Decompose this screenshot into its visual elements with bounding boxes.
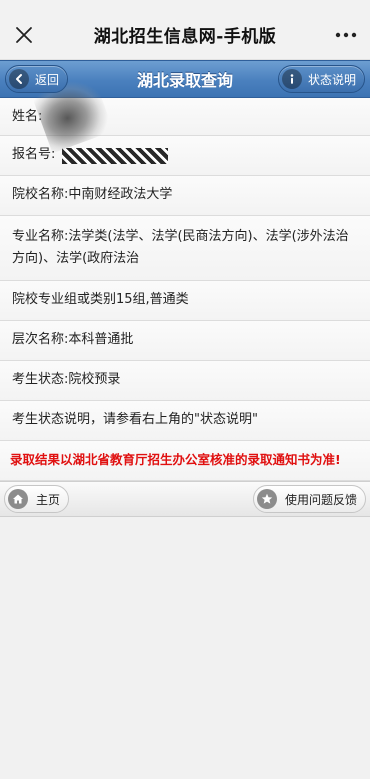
row-status-note: 考生状态说明，请参看右上角的"状态说明" — [0, 401, 370, 441]
back-arrow-icon — [9, 69, 29, 89]
home-label: 主页 — [36, 492, 61, 507]
name-label: 姓名: — [12, 109, 43, 124]
reg-no-label: 报名号: — [12, 147, 56, 162]
redaction-mark — [62, 148, 168, 164]
warning-text: 录取结果以湖北省教育厅招生办公室核准的录取通知书为准! — [10, 452, 341, 467]
nav-bar: 返回 湖北录取查询 状态说明 — [0, 60, 370, 98]
home-icon — [8, 489, 28, 509]
more-dots-icon — [335, 32, 357, 37]
feedback-label: 使用问题反馈 — [284, 492, 357, 507]
more-button[interactable] — [332, 21, 360, 49]
close-icon — [16, 26, 32, 43]
back-label: 返回 — [35, 72, 60, 87]
row-major: 专业名称:法学类(法学、法学(民商法方向)、法学(涉外法治方向)、法学(政府法治 — [0, 216, 370, 281]
major-text: 专业名称:法学类(法学、法学(民商法方向)、法学(涉外法治方向)、法学(政府法治 — [12, 229, 349, 266]
back-button[interactable]: 返回 — [5, 65, 69, 93]
app-header: 湖北招生信息网-手机版 — [0, 10, 370, 60]
status-explain-label: 状态说明 — [307, 72, 356, 87]
row-name: 姓名: — [0, 98, 370, 136]
row-school: 院校名称:中南财经政法大学 — [0, 176, 370, 216]
star-icon — [256, 489, 277, 509]
group-text: 院校专业组或类别15组,普通类 — [12, 292, 189, 307]
status-note-text: 考生状态说明，请参看右上角的"状态说明" — [12, 412, 258, 427]
status-strip — [0, 0, 370, 10]
close-button[interactable] — [10, 21, 38, 49]
row-level: 层次名称:本科普通批 — [0, 321, 370, 361]
row-group: 院校专业组或类别15组,普通类 — [0, 281, 370, 321]
home-button[interactable]: 主页 — [4, 485, 70, 513]
info-icon — [281, 69, 302, 89]
level-text: 层次名称:本科普通批 — [12, 332, 134, 347]
status-text: 考生状态:院校预录 — [12, 372, 121, 387]
window-title: 湖北招生信息网-手机版 — [93, 27, 277, 47]
feedback-button[interactable]: 使用问题反馈 — [252, 485, 366, 513]
row-status: 考生状态:院校预录 — [0, 361, 370, 401]
status-explain-button[interactable]: 状态说明 — [277, 65, 365, 93]
footer-bar: 主页 使用问题反馈 — [0, 481, 370, 517]
row-warning: 录取结果以湖北省教育厅招生办公室核准的录取通知书为准! — [0, 441, 370, 481]
school-text: 院校名称:中南财经政法大学 — [12, 187, 173, 202]
row-reg-no: 报名号: — [0, 136, 370, 176]
result-list: 姓名: 报名号: 院校名称:中南财经政法大学 专业名称:法学类(法学、法学(民商… — [0, 98, 370, 481]
